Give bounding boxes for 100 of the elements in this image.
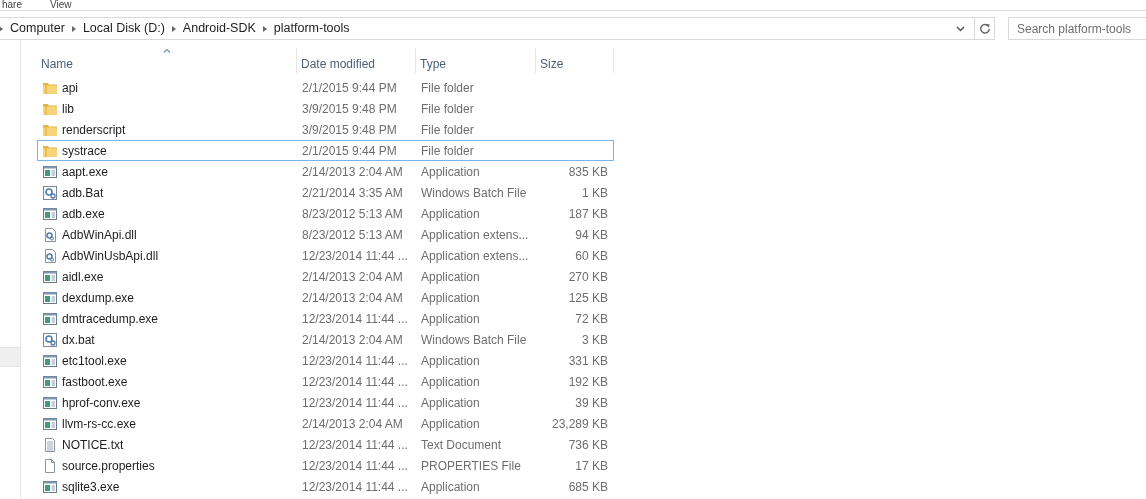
file-type: Windows Batch File bbox=[420, 184, 528, 202]
file-row[interactable]: source.properties 12/23/2014 11:44 ... PROPERTIES File 17 KB bbox=[37, 455, 614, 476]
file-row[interactable]: lib 3/9/2015 9:48 PM File folder bbox=[37, 98, 614, 119]
date-modified: 2/14/2013 2:04 AM bbox=[301, 163, 404, 181]
application-window-icon bbox=[42, 310, 58, 327]
date-modified: 2/14/2013 2:04 AM bbox=[301, 289, 404, 307]
address-bar[interactable]: Computer Local Disk (D:) Android-SDK platform-tools bbox=[0, 17, 995, 40]
file-row[interactable]: sqlite3.exe 12/23/2014 11:44 ... Application 685 KB bbox=[37, 476, 614, 497]
text-document-icon bbox=[42, 436, 58, 453]
application-window-icon bbox=[42, 205, 58, 222]
file-size: 39 KB bbox=[575, 395, 608, 410]
date-modified: 2/1/2015 9:44 PM bbox=[301, 79, 398, 97]
file-name: aapt.exe bbox=[62, 163, 109, 181]
search-field[interactable]: Search platform-tools bbox=[1008, 17, 1146, 40]
date-modified: 2/21/2014 3:35 AM bbox=[301, 184, 404, 202]
file-row[interactable]: aapt.exe 2/14/2013 2:04 AM Application 835 KB bbox=[37, 161, 614, 182]
file-name: etc1tool.exe bbox=[62, 352, 127, 370]
file-size: 72 KB bbox=[575, 311, 608, 326]
file-row[interactable]: adb.exe 8/23/2012 5:13 AM Application 187 KB bbox=[37, 203, 614, 224]
file-type: File folder bbox=[420, 121, 475, 139]
file-type: Application extens... bbox=[420, 247, 530, 265]
file-type: Application bbox=[420, 205, 481, 223]
date-modified: 12/23/2014 11:44 ... bbox=[301, 478, 409, 496]
application-window-icon bbox=[42, 373, 58, 390]
date-modified: 12/23/2014 11:44 ... bbox=[301, 436, 409, 454]
application-window-icon bbox=[42, 163, 58, 180]
file-type: Application bbox=[420, 163, 481, 181]
application-window-icon bbox=[42, 352, 58, 369]
chevron-down-icon[interactable] bbox=[956, 25, 965, 32]
date-modified: 3/9/2015 9:48 PM bbox=[301, 100, 398, 118]
breadcrumb-item[interactable]: Computer bbox=[10, 19, 65, 38]
file-name: adb.Bat bbox=[62, 184, 104, 202]
breadcrumb-item[interactable]: platform-tools bbox=[273, 19, 350, 38]
file-row[interactable]: api 2/1/2015 9:44 PM File folder bbox=[37, 77, 614, 98]
file-name: adb.exe bbox=[62, 205, 105, 223]
file-type: Application bbox=[420, 352, 481, 370]
file-size: 270 KB bbox=[568, 269, 608, 284]
date-modified: 12/23/2014 11:44 ... bbox=[301, 394, 409, 412]
file-type: Application bbox=[420, 268, 481, 286]
date-modified: 3/9/2015 9:48 PM bbox=[301, 121, 398, 139]
file-type: Application bbox=[420, 373, 481, 391]
file-type: Application bbox=[420, 310, 481, 328]
date-modified: 8/23/2012 5:13 AM bbox=[301, 226, 404, 244]
file-name: dmtracedump.exe bbox=[62, 310, 159, 328]
file-type: Application extens... bbox=[420, 226, 530, 244]
file-type: Application bbox=[420, 289, 481, 307]
date-modified: 2/1/2015 9:44 PM bbox=[301, 142, 398, 160]
ribbon-tab[interactable]: View bbox=[50, 0, 72, 10]
date-modified: 12/23/2014 11:44 ... bbox=[301, 247, 409, 265]
date-modified: 12/23/2014 11:44 ... bbox=[301, 352, 409, 370]
file-name: lib bbox=[62, 100, 74, 118]
file-type: Application bbox=[420, 478, 481, 496]
breadcrumb-item[interactable]: Local Disk (D:) bbox=[82, 19, 165, 38]
file-row[interactable]: dx.bat 2/14/2013 2:04 AM Windows Batch File 3 KB bbox=[37, 329, 614, 350]
file-row[interactable]: dexdump.exe 2/14/2013 2:04 AM Application 125 KB bbox=[37, 287, 614, 308]
file-name: llvm-rs-cc.exe bbox=[62, 415, 136, 433]
file-size: 23,289 KB bbox=[551, 416, 608, 431]
date-modified: 8/23/2012 5:13 AM bbox=[301, 205, 404, 223]
gear-document-icon bbox=[42, 247, 58, 264]
date-modified: 2/14/2013 2:04 AM bbox=[301, 331, 404, 349]
file-row[interactable]: fastboot.exe 12/23/2014 11:44 ... Application 192 KB bbox=[37, 371, 614, 392]
file-row[interactable]: hprof-conv.exe 12/23/2014 11:44 ... Application 39 KB bbox=[37, 392, 614, 413]
application-window-icon bbox=[42, 478, 58, 495]
date-modified: 12/23/2014 11:44 ... bbox=[301, 310, 409, 328]
file-name: hprof-conv.exe bbox=[62, 394, 141, 412]
file-row[interactable]: llvm-rs-cc.exe 2/14/2013 2:04 AM Application 23,289 KB bbox=[37, 413, 614, 434]
file-name: NOTICE.txt bbox=[62, 436, 124, 454]
file-size: 125 KB bbox=[568, 290, 608, 305]
file-name: renderscript bbox=[62, 121, 126, 139]
date-modified: 12/23/2014 11:44 ... bbox=[301, 373, 409, 391]
application-window-icon bbox=[42, 394, 58, 411]
file-size: 736 KB bbox=[568, 437, 608, 452]
file-size: 187 KB bbox=[568, 206, 608, 221]
application-window-icon bbox=[42, 289, 58, 306]
application-window-icon bbox=[42, 415, 58, 432]
file-row[interactable]: renderscript 3/9/2015 9:48 PM File folder bbox=[37, 119, 614, 140]
file-row[interactable]: dmtracedump.exe 12/23/2014 11:44 ... Application 72 KB bbox=[37, 308, 614, 329]
date-modified: 12/23/2014 11:44 ... bbox=[301, 457, 409, 475]
ribbon-tab[interactable]: hare bbox=[2, 0, 22, 10]
file-size: 60 KB bbox=[575, 248, 608, 263]
file-row-focused[interactable]: systrace 2/1/2015 9:44 PM File folder bbox=[37, 140, 614, 161]
file-row[interactable]: NOTICE.txt 12/23/2014 11:44 ... Text Document 736 KB bbox=[37, 434, 614, 455]
file-name: sqlite3.exe bbox=[62, 478, 120, 496]
file-name: AdbWinUsbApi.dll bbox=[62, 247, 159, 265]
file-name: dx.bat bbox=[62, 331, 95, 349]
date-modified: 2/14/2013 2:04 AM bbox=[301, 268, 404, 286]
gear-document-icon bbox=[42, 226, 58, 243]
breadcrumb-item[interactable]: Android-SDK bbox=[182, 19, 256, 38]
file-name: source.properties bbox=[62, 457, 155, 475]
file-row[interactable]: AdbWinApi.dll 8/23/2012 5:13 AM Application extens... 94 KB bbox=[37, 224, 614, 245]
file-size: 192 KB bbox=[568, 374, 608, 389]
file-row[interactable]: etc1tool.exe 12/23/2014 11:44 ... Application 331 KB bbox=[37, 350, 614, 371]
file-type: File folder bbox=[420, 100, 475, 118]
file-row[interactable]: AdbWinUsbApi.dll 12/23/2014 11:44 ... Application extens... 60 KB bbox=[37, 245, 614, 266]
file-size: 685 KB bbox=[568, 479, 608, 494]
file-type: Application bbox=[420, 394, 481, 412]
file-row[interactable]: aidl.exe 2/14/2013 2:04 AM Application 270 KB bbox=[37, 266, 614, 287]
date-modified: 2/14/2013 2:04 AM bbox=[301, 415, 404, 433]
file-row[interactable]: adb.Bat 2/21/2014 3:35 AM Windows Batch File 1 KB bbox=[37, 182, 614, 203]
file-size: 1 KB bbox=[582, 185, 608, 200]
